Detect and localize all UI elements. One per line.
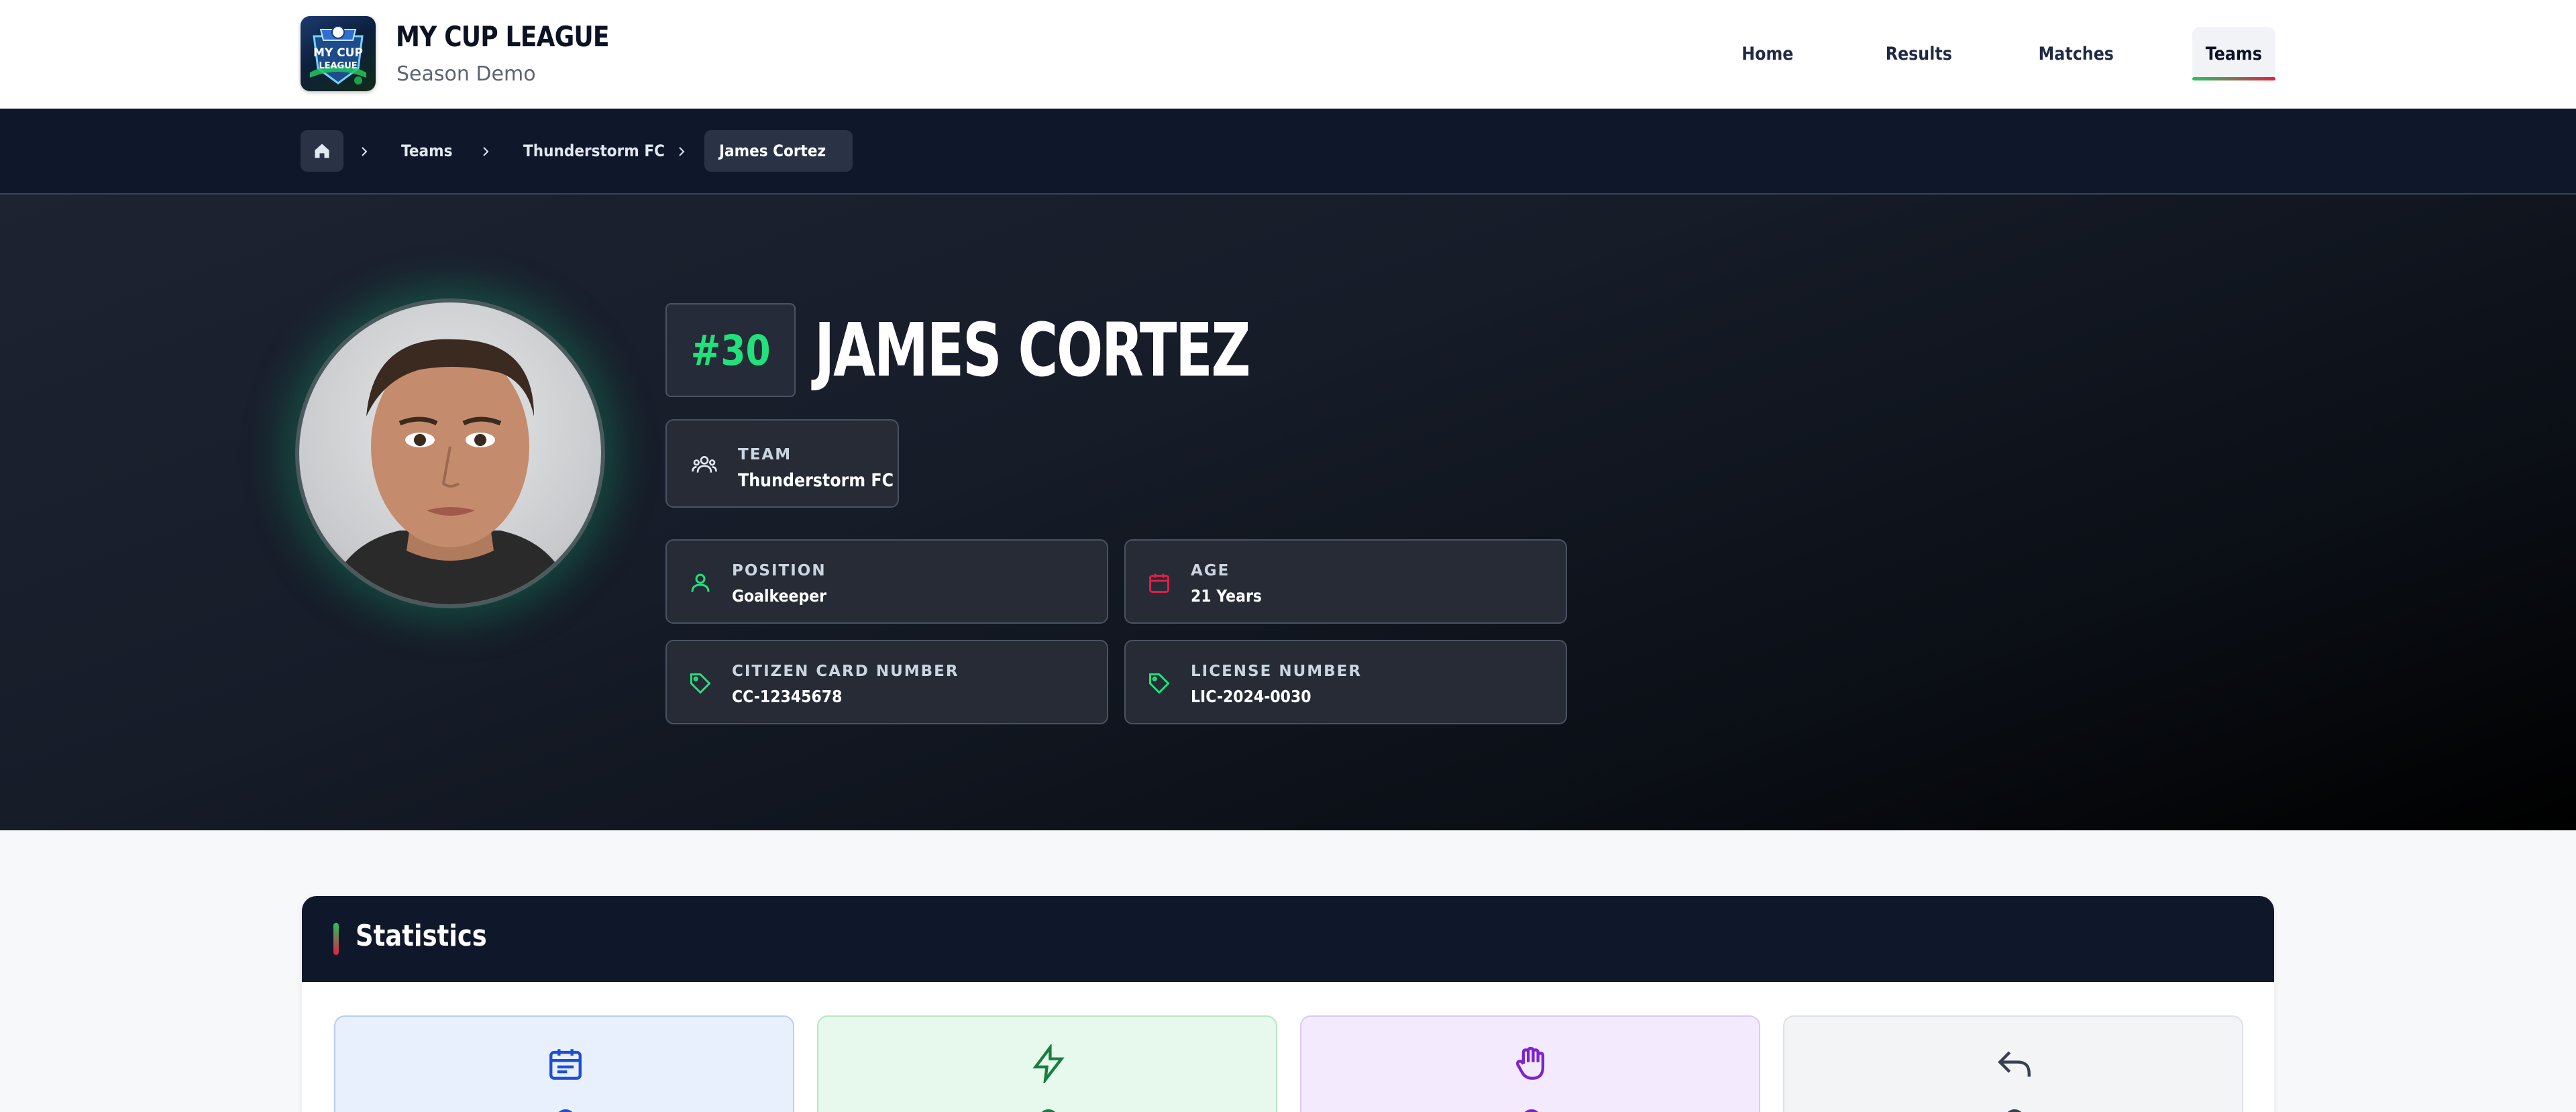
position-card: POSITION Goalkeeper: [665, 539, 1108, 624]
hand-icon: [1511, 1044, 1552, 1084]
tag-icon: [687, 670, 714, 697]
player-hero: #30 JAMES CORTEZ TEAM Thunderstorm FC PO…: [0, 194, 2576, 830]
player-name: JAMES CORTEZ: [814, 307, 1251, 393]
citizen-label: CITIZEN CARD NUMBER: [732, 663, 959, 680]
nav-results[interactable]: Results: [1865, 27, 1972, 80]
trophy-logo-icon: MY CUP LEAGUE: [310, 25, 366, 85]
calendar-icon: [545, 1044, 586, 1084]
stat-value-indicator: [555, 1109, 576, 1112]
chevron-right-icon: [479, 138, 492, 165]
statistics-header: Statistics: [302, 896, 2274, 982]
brand-title: MY CUP LEAGUE: [396, 20, 610, 53]
player-photo: [326, 339, 574, 604]
calendar-icon: [1146, 569, 1173, 596]
player-number-badge: #30: [665, 303, 796, 397]
age-card: AGE 21 Years: [1124, 539, 1567, 624]
team-label: TEAM: [738, 446, 792, 463]
chevron-right-icon: [358, 138, 371, 165]
top-header: MY CUP LEAGUE MY CUP LEAGUE Season Demo …: [0, 0, 2576, 109]
breadcrumb-teams[interactable]: Teams: [401, 130, 458, 172]
stat-card-matches: [334, 1015, 794, 1112]
position-value: Goalkeeper: [732, 586, 826, 606]
reply-arrow-icon: [1994, 1044, 2035, 1084]
nav-teams[interactable]: Teams: [2192, 27, 2275, 80]
age-value: 21 Years: [1191, 586, 1262, 606]
breadcrumb-home[interactable]: [301, 130, 343, 172]
stat-value-indicator: [2004, 1109, 2025, 1112]
section-accent-bar: [333, 923, 339, 955]
breadcrumb-current: James Cortez: [704, 130, 853, 172]
stat-card-assists: [1783, 1015, 2243, 1112]
player-avatar: [295, 298, 605, 608]
statistics-panel: Statistics: [302, 896, 2274, 1112]
team-card[interactable]: TEAM Thunderstorm FC: [665, 419, 899, 508]
tag-icon: [1146, 670, 1173, 697]
breadcrumb-team[interactable]: Thunderstorm FC: [523, 130, 680, 172]
league-logo[interactable]: MY CUP LEAGUE: [301, 16, 376, 91]
statistics-title: Statistics: [356, 919, 487, 953]
breadcrumb: Teams Thunderstorm FC James Cortez: [0, 109, 2576, 194]
citizen-value: CC-12345678: [732, 687, 843, 706]
citizen-card: CITIZEN CARD NUMBER CC-12345678: [665, 640, 1108, 724]
svg-text:LEAGUE: LEAGUE: [319, 61, 357, 71]
lightning-icon: [1028, 1044, 1069, 1084]
license-card: LICENSE NUMBER LIC-2024-0030: [1124, 640, 1567, 724]
age-label: AGE: [1191, 562, 1230, 579]
chevron-right-icon: [675, 138, 688, 165]
svg-text:MY CUP: MY CUP: [313, 46, 363, 60]
stat-value-indicator: [1521, 1109, 1542, 1112]
stat-card-saves: [1300, 1015, 1760, 1112]
users-icon: [691, 451, 718, 478]
license-value: LIC-2024-0030: [1191, 687, 1311, 706]
brand-subtitle: Season Demo: [396, 62, 536, 86]
stat-card-goals: [817, 1015, 1277, 1112]
nav-matches[interactable]: Matches: [2023, 27, 2130, 80]
stat-value-indicator: [1038, 1109, 1059, 1112]
license-label: LICENSE NUMBER: [1191, 663, 1362, 680]
position-label: POSITION: [732, 562, 826, 579]
team-value: Thunderstorm FC: [738, 470, 894, 491]
nav-home[interactable]: Home: [1717, 27, 1818, 80]
home-icon: [315, 144, 329, 158]
user-icon: [687, 569, 714, 596]
